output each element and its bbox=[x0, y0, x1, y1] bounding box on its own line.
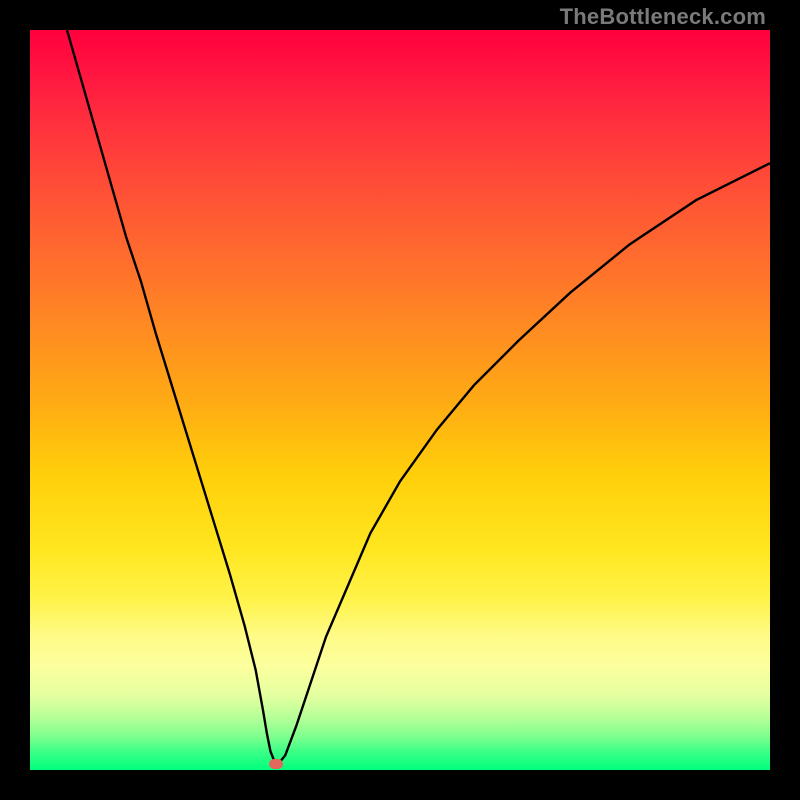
bottleneck-curve bbox=[30, 30, 770, 770]
curve-path bbox=[67, 30, 770, 766]
minimum-marker bbox=[269, 759, 283, 769]
chart-frame: TheBottleneck.com bbox=[0, 0, 800, 800]
watermark-text: TheBottleneck.com bbox=[560, 4, 766, 30]
plot-area bbox=[30, 30, 770, 770]
